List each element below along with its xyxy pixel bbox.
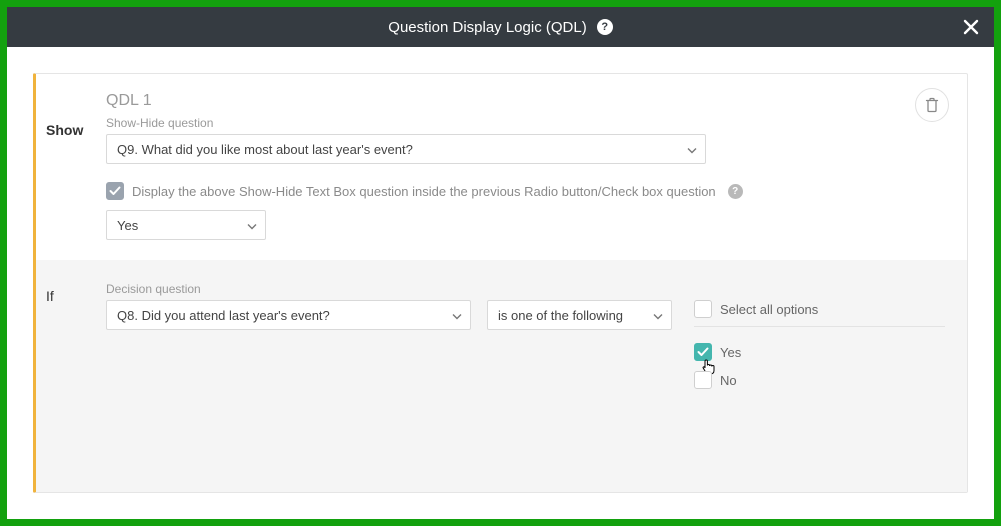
if-row-label: If: [46, 282, 106, 304]
select-all-checkbox[interactable]: [694, 300, 712, 318]
delete-qdl-button[interactable]: [915, 88, 949, 122]
modal-title: Question Display Logic (QDL): [388, 19, 586, 36]
display-inside-label: Display the above Show-Hide Text Box que…: [132, 184, 716, 199]
trash-icon: [925, 97, 939, 113]
show-row-label: Show: [46, 116, 106, 138]
modal-body: QDL 1 Show Show-Hide question Q9. What d…: [7, 47, 994, 519]
annotated-frame: Question Display Logic (QDL) ? QDL 1 Sho…: [0, 0, 1001, 526]
option-row: Yes: [694, 343, 945, 361]
check-icon: [697, 347, 709, 357]
close-icon: [962, 18, 980, 36]
qdl-title: QDL 1: [106, 92, 945, 110]
help-icon[interactable]: ?: [597, 19, 613, 35]
option-yes-label: Yes: [720, 345, 741, 360]
chevron-down-icon: [452, 308, 462, 323]
help-icon[interactable]: ?: [728, 184, 743, 199]
decision-question-value: Q8. Did you attend last year's event?: [117, 308, 330, 323]
modal-header: Question Display Logic (QDL) ?: [7, 7, 994, 47]
option-row: No: [694, 371, 945, 389]
option-yes-checkbox[interactable]: [694, 343, 712, 361]
inline-value-select[interactable]: Yes: [106, 210, 266, 240]
condition-value: is one of the following: [498, 308, 623, 323]
qdl-card: QDL 1 Show Show-Hide question Q9. What d…: [33, 73, 968, 493]
options-column: Select all options Yes: [688, 300, 945, 399]
option-no-checkbox[interactable]: [694, 371, 712, 389]
show-section: QDL 1 Show Show-Hide question Q9. What d…: [36, 74, 967, 260]
select-all-label: Select all options: [720, 302, 818, 317]
condition-select[interactable]: is one of the following: [487, 300, 672, 330]
chevron-down-icon: [247, 218, 257, 233]
decision-question-select[interactable]: Q8. Did you attend last year's event?: [106, 300, 471, 330]
show-question-value: Q9. What did you like most about last ye…: [117, 142, 413, 157]
option-no-label: No: [720, 373, 737, 388]
if-section-label: Decision question: [106, 282, 945, 296]
show-question-select[interactable]: Q9. What did you like most about last ye…: [106, 134, 706, 164]
chevron-down-icon: [687, 142, 697, 157]
display-inside-checkbox[interactable]: [106, 182, 124, 200]
show-section-label: Show-Hide question: [106, 116, 945, 130]
chevron-down-icon: [653, 308, 663, 323]
close-button[interactable]: [962, 18, 980, 36]
check-icon: [109, 186, 121, 196]
if-section: If Decision question Q8. Did you attend …: [36, 260, 967, 492]
inline-value: Yes: [117, 218, 138, 233]
